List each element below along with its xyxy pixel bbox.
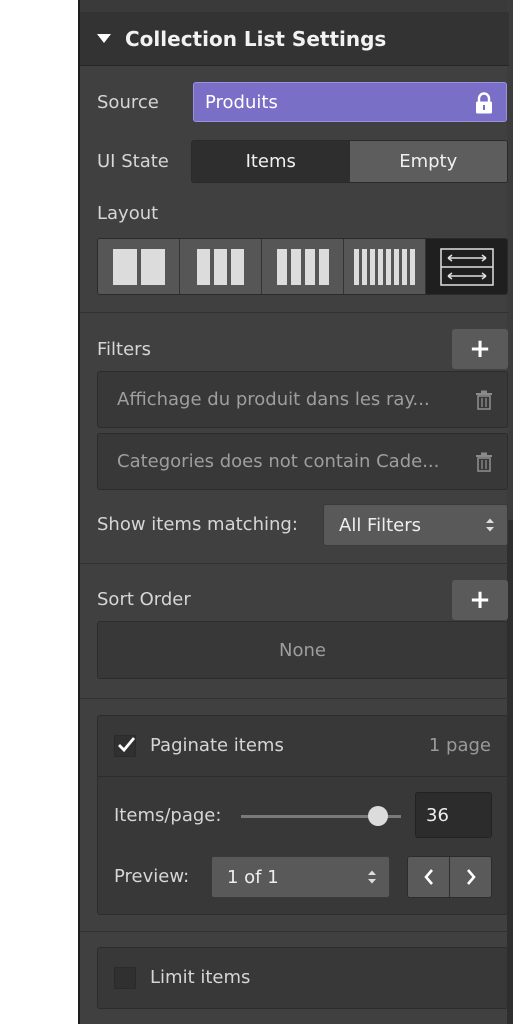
- slider-handle[interactable]: [368, 806, 388, 826]
- filter-item[interactable]: Categories does not contain Cade...: [97, 433, 508, 490]
- paginate-label: Paginate items: [150, 735, 284, 756]
- ui-state-toggle: Items Empty: [191, 140, 508, 183]
- caret-down-icon[interactable]: [97, 34, 111, 43]
- source-label: Source: [97, 92, 159, 113]
- group-divider: [98, 776, 507, 777]
- section-divider: [80, 931, 509, 932]
- source-field[interactable]: Produits: [193, 82, 507, 122]
- items-per-page-label: Items/page:: [114, 805, 222, 826]
- previous-page-button[interactable]: [408, 857, 450, 897]
- limit-items-label: Limit items: [150, 967, 251, 988]
- list-rows-icon: [439, 247, 494, 286]
- section-divider: [80, 698, 509, 699]
- collection-list-settings-panel: Collection List Settings Source Produits…: [78, 0, 513, 1024]
- sort-order-label: Sort Order: [97, 589, 191, 610]
- chevron-left-icon: [423, 869, 433, 885]
- match-mode-select[interactable]: All Filters: [323, 504, 508, 546]
- section-divider: [80, 312, 509, 313]
- three-columns-icon: [197, 248, 244, 285]
- next-page-button[interactable]: [450, 857, 491, 897]
- filter-item[interactable]: Affichage du produit dans les ray...: [97, 371, 508, 428]
- layout-3-columns-button[interactable]: [180, 239, 262, 294]
- six-columns-icon: [354, 248, 415, 285]
- updown-arrows-icon: [368, 870, 376, 884]
- source-value: Produits: [205, 91, 278, 113]
- limit-items-checkbox[interactable]: [114, 967, 136, 989]
- section-divider: [80, 563, 509, 564]
- two-columns-icon: [112, 248, 165, 285]
- sort-order-empty: None: [97, 621, 508, 679]
- layout-list-rows-button[interactable]: [426, 239, 507, 294]
- match-mode-value: All Filters: [339, 514, 421, 536]
- page-count: 1 page: [428, 735, 491, 756]
- updown-arrows-icon: [486, 518, 494, 532]
- ui-state-empty-button[interactable]: Empty: [349, 141, 507, 182]
- filters-label: Filters: [97, 339, 151, 360]
- preview-pager: [407, 856, 492, 898]
- paginate-checkbox[interactable]: [114, 735, 136, 757]
- show-items-matching-label: Show items matching:: [97, 514, 298, 535]
- preview-page-select[interactable]: 1 of 1: [211, 856, 390, 898]
- preview-page-value: 1 of 1: [227, 866, 279, 888]
- filter-item-text: Categories does not contain Cade...: [117, 451, 440, 472]
- layout-label: Layout: [97, 203, 159, 224]
- checkmark-icon: [118, 737, 136, 753]
- trash-icon[interactable]: [475, 452, 493, 472]
- section-header[interactable]: Collection List Settings: [80, 12, 509, 66]
- chevron-right-icon: [466, 869, 476, 885]
- ui-state-label: UI State: [97, 151, 169, 172]
- four-columns-icon: [276, 248, 329, 285]
- ui-state-items-button[interactable]: Items: [192, 141, 350, 182]
- filter-item-text: Affichage du produit dans les ray...: [117, 389, 430, 410]
- layout-6-columns-button[interactable]: [344, 239, 426, 294]
- section-title: Collection List Settings: [125, 26, 387, 51]
- layout-options: [97, 238, 508, 295]
- layout-2-columns-button[interactable]: [98, 239, 180, 294]
- items-per-page-input[interactable]: 36: [415, 792, 492, 838]
- add-sort-button[interactable]: +: [452, 580, 508, 620]
- add-filter-button[interactable]: +: [452, 329, 508, 369]
- preview-label: Preview:: [114, 866, 190, 887]
- lock-icon: [476, 92, 492, 114]
- layout-4-columns-button[interactable]: [262, 239, 344, 294]
- trash-icon[interactable]: [475, 390, 493, 410]
